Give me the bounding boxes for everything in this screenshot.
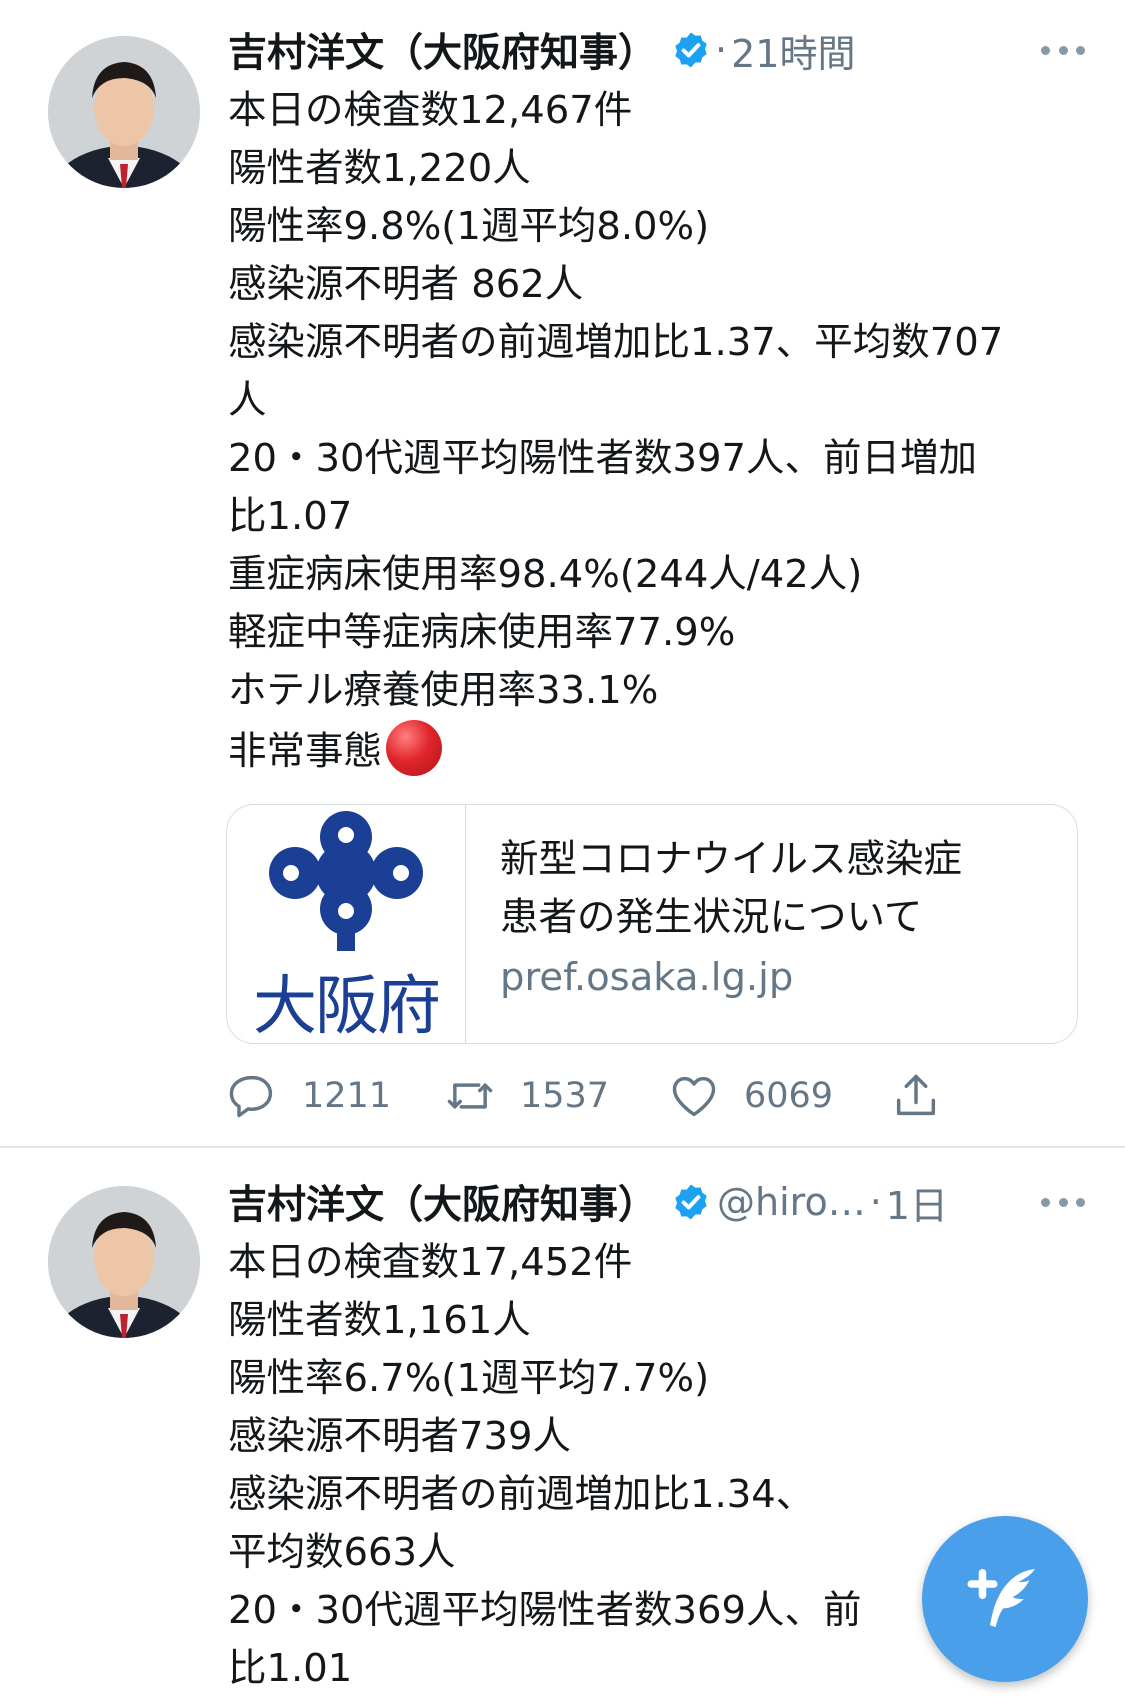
card-domain: pref.osaka.lg.jp [500, 955, 794, 1000]
tweet-timestamp[interactable]: 21時間 [731, 23, 855, 78]
link-preview-card[interactable]: 大阪府 新型コロナウイルス感染症 患者の発生状況について pref.osaka.… [226, 804, 1078, 1044]
reply-button[interactable]: 1211 [226, 1066, 391, 1126]
author-handle[interactable]: @hiro… [717, 1180, 866, 1224]
emergency-text: 非常事態 [228, 729, 383, 774]
tweet-line: 軽症中等症病床使用率77.9% [228, 610, 736, 655]
osaka-emblem-icon [269, 811, 423, 951]
reply-icon [229, 1075, 273, 1118]
tweet-line: ホテル療養使用率33.1% [228, 668, 659, 713]
like-count: 6069 [744, 1076, 834, 1116]
tweet-line: 20・30代週平均陽性者数397人、前日増加 [228, 436, 977, 481]
separator-dot: · [869, 1180, 882, 1224]
tweet-text: 本日の検査数12,467件 陽性者数1,220人 陽性率9.8%(1週平均8.0… [228, 82, 1068, 781]
like-button[interactable]: 6069 [668, 1066, 833, 1126]
compose-feather-icon [967, 1569, 1035, 1628]
profile-photo-icon [48, 36, 200, 188]
author-name[interactable]: 吉村洋文（大阪府知事） [228, 1174, 657, 1230]
avatar[interactable] [48, 1186, 200, 1338]
separator-dot: · [715, 28, 728, 72]
osaka-logo-text: 大阪府 [253, 970, 441, 1044]
tweet-line: 感染源不明者 862人 [228, 262, 584, 307]
more-options-icon[interactable] [1041, 1172, 1085, 1232]
tweet-line: 陽性者数1,220人 [228, 146, 531, 191]
more-options-icon[interactable] [1041, 20, 1085, 80]
tweet-divider [0, 1146, 1125, 1148]
tweet-line: 感染源不明者の前週増加比1.37、平均数707 [228, 320, 1004, 365]
card-title-line1: 新型コロナウイルス感染症 [500, 837, 963, 882]
profile-photo-icon [48, 1186, 200, 1338]
retweet-icon [447, 1083, 493, 1109]
card-text: 新型コロナウイルス感染症 患者の発生状況について pref.osaka.lg.j… [466, 805, 996, 1043]
compose-tweet-button[interactable] [922, 1516, 1088, 1682]
tweet-line-emergency: 非常事態 [228, 720, 1068, 781]
tweet-line: 陽性者数1,161人 [228, 1298, 531, 1343]
author-name[interactable]: 吉村洋文（大阪府知事） [228, 22, 657, 78]
tweet-line: 陽性率9.8%(1週平均8.0%) [228, 204, 710, 249]
tweet-line: 感染源不明者の前週増加比1.34、 [228, 1472, 815, 1517]
tweet-timestamp[interactable]: 1日 [886, 1175, 948, 1230]
share-button[interactable] [890, 1066, 942, 1126]
heart-icon [672, 1076, 716, 1117]
osaka-logo-image: 大阪府 [227, 805, 466, 1043]
share-icon [896, 1074, 936, 1116]
tweet-line: 本日の検査数12,467件 [228, 88, 633, 133]
retweet-count: 1537 [520, 1076, 610, 1116]
verified-badge-icon [675, 32, 707, 68]
card-title-line2: 患者の発生状況について [500, 895, 923, 940]
tweet-line: 重症病床使用率98.4%(244人/42人) [228, 552, 863, 597]
tweet-line: 比1.07 [228, 494, 353, 539]
tweet-line: 感染源不明者739人 [228, 1414, 571, 1459]
reply-count: 1211 [302, 1076, 392, 1116]
red-circle-icon [386, 720, 443, 776]
avatar[interactable] [48, 36, 200, 188]
tweet-line: 本日の検査数17,452件 [228, 1240, 633, 1285]
tweet-actions: 1211 1537 6069 [226, 1066, 966, 1126]
retweet-button[interactable]: 1537 [444, 1066, 609, 1126]
tweet-line: 人 [228, 378, 267, 423]
tweet-line: 陽性率6.7%(1週平均7.7%) [228, 1356, 710, 1401]
verified-badge-icon [675, 1184, 707, 1220]
